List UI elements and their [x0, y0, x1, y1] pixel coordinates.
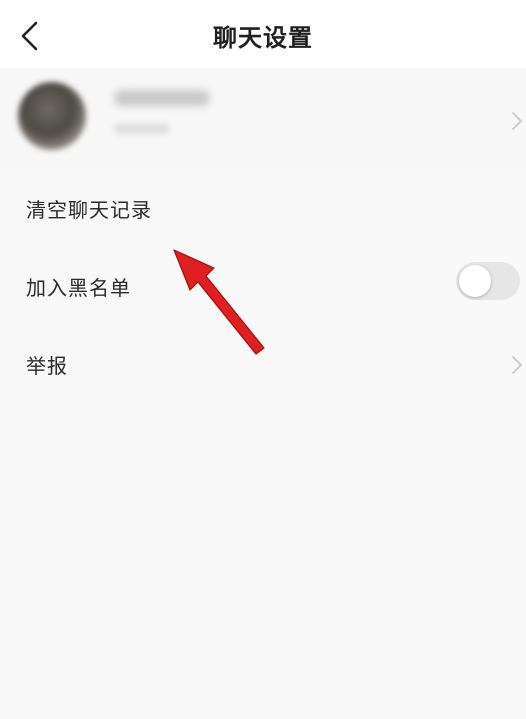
chevron-right-icon — [512, 112, 522, 130]
profile-row[interactable] — [0, 68, 526, 168]
chevron-right-icon — [512, 356, 522, 374]
page-title: 聊天设置 — [213, 24, 313, 52]
add-to-blacklist-label: 加入黑名单 — [26, 276, 131, 300]
avatar — [18, 82, 86, 150]
report-label: 举报 — [26, 354, 68, 378]
clear-chat-history-row[interactable]: 清空聊天记录 — [0, 170, 526, 248]
contact-name-blurred — [114, 90, 210, 106]
toggle-knob — [459, 265, 491, 297]
contact-subtitle-blurred — [114, 124, 170, 134]
clear-chat-history-label: 清空聊天记录 — [26, 198, 152, 222]
red-arrow-icon — [173, 249, 265, 355]
top-bar: 聊天设置 — [0, 0, 526, 68]
blacklist-toggle[interactable] — [456, 262, 520, 300]
